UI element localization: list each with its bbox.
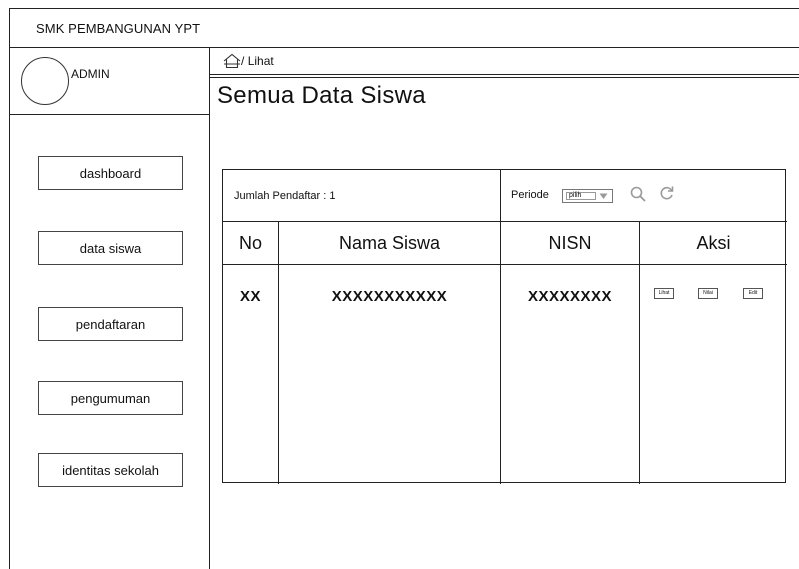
app-title: SMK PEMBANGUNAN YPT — [36, 21, 201, 36]
column-nisn: NISN XXXXXXXX — [500, 222, 639, 484]
home-icon[interactable] — [223, 53, 241, 69]
sidebar-item-dashboard[interactable]: dashboard — [38, 156, 183, 190]
page-title: Semua Data Siswa — [217, 82, 426, 109]
sidebar-item-label: identitas sekolah — [62, 462, 159, 478]
period-filter: Periode pilih — [500, 170, 787, 222]
period-label: Periode — [511, 189, 549, 201]
sidebar-item-pendaftaran[interactable]: pendaftaran — [38, 307, 183, 341]
cell-nisn: XXXXXXXX — [527, 288, 613, 305]
table-toolbar: Jumlah Pendaftar : 1 Periode pilih — [223, 170, 787, 222]
sidebar-item-label: pengumuman — [70, 390, 151, 406]
view-button[interactable]: Lihat — [654, 288, 674, 299]
column-header-nama-siswa: Nama Siswa — [338, 233, 441, 253]
column-header-nisn: NISN — [548, 233, 592, 253]
header-divider — [223, 264, 787, 265]
sidebar-item-label: pendaftaran — [75, 316, 146, 332]
sidebar-item-label: data siswa — [79, 240, 142, 256]
sidebar: ADMIN dashboard data siswa pendaftaran p… — [10, 48, 210, 569]
breadcrumb-current[interactable]: / Lihat — [241, 54, 274, 68]
breadcrumb: / Lihat — [210, 48, 799, 78]
column-aksi: Aksi Lihat Nilai Edit — [639, 222, 787, 484]
search-icon[interactable] — [630, 186, 646, 202]
edit-button[interactable]: Edit — [743, 288, 763, 299]
refresh-icon[interactable] — [659, 185, 675, 201]
profile-name: ADMIN — [71, 67, 110, 81]
top-bar: SMK PEMBANGUNAN YPT — [10, 9, 799, 48]
sidebar-item-identitas-sekolah[interactable]: identitas sekolah — [38, 453, 183, 487]
column-no: No XX — [223, 222, 278, 484]
column-nama-siswa: Nama Siswa XXXXXXXXXXX — [278, 222, 500, 484]
avatar[interactable] — [21, 57, 69, 105]
sidebar-item-pengumuman[interactable]: pengumuman — [38, 381, 183, 415]
cell-no: XX — [239, 288, 261, 305]
breadcrumb-label: Lihat — [247, 54, 274, 68]
profile-panel: ADMIN — [10, 48, 210, 115]
breadcrumb-separator: / — [241, 54, 245, 68]
select-arrow-icon — [599, 193, 608, 199]
cell-nama-siswa: XXXXXXXXXXX — [331, 288, 448, 305]
student-table: Jumlah Pendaftar : 1 Periode pilih No XX… — [222, 169, 787, 484]
registrant-count: Jumlah Pendaftar : 1 — [234, 190, 336, 202]
sidebar-item-data-siswa[interactable]: data siswa — [38, 231, 183, 265]
grade-button[interactable]: Nilai — [698, 288, 718, 299]
period-select[interactable]: pilih — [562, 189, 613, 203]
column-header-aksi: Aksi — [696, 233, 731, 253]
sidebar-item-label: dashboard — [79, 165, 142, 181]
column-header-no: No — [238, 233, 262, 253]
period-select-value: pilih — [566, 192, 596, 200]
